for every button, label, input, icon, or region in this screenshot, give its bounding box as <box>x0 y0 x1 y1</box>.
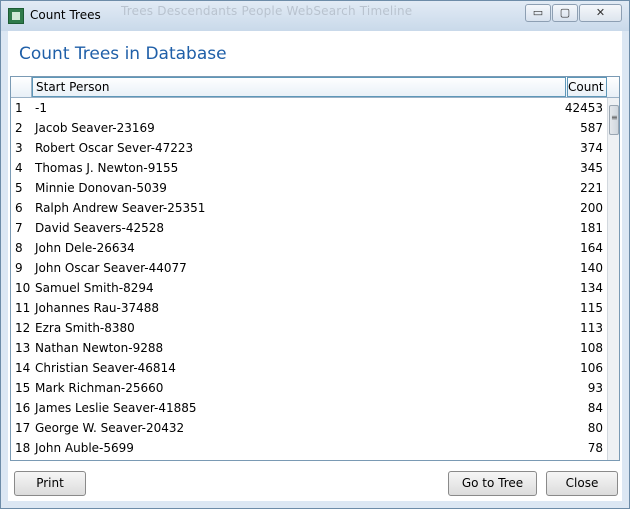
row-number: 6 <box>15 201 23 215</box>
start-person-cell: James Leslie Seaver-41885 <box>35 401 197 415</box>
count-cell: 374 <box>580 141 603 155</box>
count-cell: 106 <box>580 361 603 375</box>
start-person-cell: Jacob Seaver-23169 <box>35 121 155 135</box>
grid-header: Start Person Count <box>11 77 619 98</box>
row-number: 5 <box>15 181 23 195</box>
count-cell: 42453 <box>564 101 603 115</box>
row-number: 13 <box>15 341 31 355</box>
dialog-body: Count Trees in Database Start Person Cou… <box>8 31 622 501</box>
count-cell: 84 <box>587 401 603 415</box>
start-person-cell: -1 <box>35 101 47 115</box>
start-person-cell: John Auble-5699 <box>35 441 134 455</box>
count-cell: 78 <box>587 441 603 455</box>
count-cell: 113 <box>580 321 603 335</box>
close-button[interactable]: Close <box>546 471 618 496</box>
print-button[interactable]: Print <box>14 471 86 496</box>
count-cell: 164 <box>580 241 603 255</box>
table-row[interactable]: 7 David Seavers-42528 181 <box>11 218 607 238</box>
start-person-cell: Ezra Smith-8380 <box>35 321 135 335</box>
table-row[interactable]: 4 Thomas J. Newton-9155 345 <box>11 158 607 178</box>
count-cell: 108 <box>580 341 603 355</box>
table-row[interactable]: 14 Christian Seaver-46814 106 <box>11 358 607 378</box>
table-row[interactable]: 5 Minnie Donovan-5039 221 <box>11 178 607 198</box>
scrollbar-thumb[interactable] <box>609 105 619 135</box>
table-row[interactable]: 6 Ralph Andrew Seaver-25351 200 <box>11 198 607 218</box>
start-person-cell: David Seavers-42528 <box>35 221 164 235</box>
table-row[interactable]: 11 Johannes Rau-37488 115 <box>11 298 607 318</box>
app-icon <box>8 8 24 24</box>
grid-rows: 1 -1 42453 2 Jacob Seaver-23169 587 3 Robert Os… <box>11 98 607 460</box>
title-bar[interactable]: Count Trees Trees Descendants People Web… <box>1 1 629 31</box>
row-number: 9 <box>15 261 23 275</box>
table-row[interactable]: 9 John Oscar Seaver-44077 140 <box>11 258 607 278</box>
row-number: 11 <box>15 301 31 315</box>
window-title: Count Trees <box>30 8 101 22</box>
row-number: 16 <box>15 401 31 415</box>
count-cell: 93 <box>587 381 603 395</box>
count-cell: 134 <box>580 281 603 295</box>
table-row[interactable]: 17 George W. Seaver-20432 80 <box>11 418 607 438</box>
maximize-button[interactable]: ▢ <box>552 4 578 22</box>
count-cell: 221 <box>580 181 603 195</box>
table-row[interactable]: 10 Samuel Smith-8294 134 <box>11 278 607 298</box>
table-row[interactable]: 15 Mark Richman-25660 93 <box>11 378 607 398</box>
count-cell: 587 <box>580 121 603 135</box>
start-person-cell: Thomas J. Newton-9155 <box>35 161 179 175</box>
row-number: 2 <box>15 121 23 135</box>
start-person-cell: John Oscar Seaver-44077 <box>35 261 187 275</box>
minimize-button[interactable]: ▭ <box>525 4 551 22</box>
start-person-cell: Nathan Newton-9288 <box>35 341 164 355</box>
row-number: 12 <box>15 321 31 335</box>
table-row[interactable]: 12 Ezra Smith-8380 113 <box>11 318 607 338</box>
start-person-cell: Christian Seaver-46814 <box>35 361 176 375</box>
count-cell: 140 <box>580 261 603 275</box>
go-to-tree-button[interactable]: Go to Tree <box>448 471 537 496</box>
start-person-cell: John Dele-26634 <box>35 241 135 255</box>
count-trees-grid[interactable]: Start Person Count 1 -1 42453 2 Jacob Seaver… <box>10 76 620 461</box>
start-person-cell: Samuel Smith-8294 <box>35 281 154 295</box>
table-row[interactable]: 1 -1 42453 <box>11 98 607 118</box>
count-cell: 80 <box>587 421 603 435</box>
start-person-cell: Robert Oscar Sever-47223 <box>35 141 194 155</box>
count-cell: 345 <box>580 161 603 175</box>
row-number: 4 <box>15 161 23 175</box>
row-number-header[interactable] <box>11 77 32 97</box>
row-number: 3 <box>15 141 23 155</box>
table-row[interactable]: 16 James Leslie Seaver-41885 84 <box>11 398 607 418</box>
start-person-cell: Ralph Andrew Seaver-25351 <box>35 201 206 215</box>
table-row[interactable]: 3 Robert Oscar Sever-47223 374 <box>11 138 607 158</box>
row-number: 8 <box>15 241 23 255</box>
row-number: 1 <box>15 101 23 115</box>
row-number: 15 <box>15 381 31 395</box>
start-person-cell: Mark Richman-25660 <box>35 381 164 395</box>
row-number: 18 <box>15 441 31 455</box>
row-number: 7 <box>15 221 23 235</box>
vertical-scrollbar[interactable] <box>607 98 619 460</box>
background-menu-text: Trees Descendants People WebSearch Timel… <box>121 4 413 18</box>
start-person-cell: Johannes Rau-37488 <box>35 301 160 315</box>
table-row[interactable]: 18 John Auble-5699 78 <box>11 438 607 458</box>
table-row[interactable]: 2 Jacob Seaver-23169 587 <box>11 118 607 138</box>
start-person-cell: George W. Seaver-20432 <box>35 421 185 435</box>
table-row[interactable]: 8 John Dele-26634 164 <box>11 238 607 258</box>
count-cell: 200 <box>580 201 603 215</box>
count-trees-window: Count Trees Trees Descendants People Web… <box>0 0 630 509</box>
count-cell: 181 <box>580 221 603 235</box>
row-number: 14 <box>15 361 31 375</box>
start-person-cell: Minnie Donovan-5039 <box>35 181 167 195</box>
count-column-header[interactable]: Count <box>567 77 607 97</box>
start-person-column-header[interactable]: Start Person <box>32 77 566 97</box>
close-window-button[interactable]: ✕ <box>579 4 622 22</box>
table-row[interactable]: 13 Nathan Newton-9288 108 <box>11 338 607 358</box>
dialog-heading: Count Trees in Database <box>19 44 227 64</box>
row-number: 17 <box>15 421 31 435</box>
row-number: 10 <box>15 281 31 295</box>
count-cell: 115 <box>580 301 603 315</box>
